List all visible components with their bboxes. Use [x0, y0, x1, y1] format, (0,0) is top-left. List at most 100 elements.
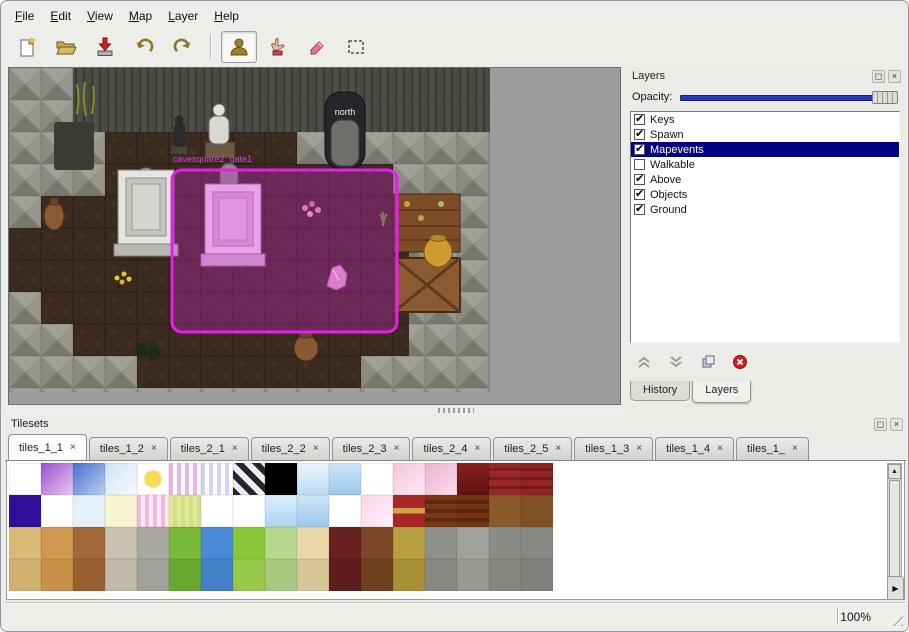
layer-checkbox[interactable]: ✔ [634, 114, 645, 125]
tab-history[interactable]: History [630, 381, 690, 401]
new-file-button[interactable] [9, 31, 45, 63]
menu-map[interactable]: Map [121, 6, 160, 26]
palette-tile[interactable] [489, 463, 521, 495]
palette-tile[interactable] [41, 495, 73, 527]
tab-scroll-right-button[interactable]: ▶ [887, 576, 904, 600]
palette-tile[interactable] [489, 527, 521, 559]
palette-tile[interactable] [297, 463, 329, 495]
palette-tile[interactable] [137, 495, 169, 527]
palette-tile[interactable] [489, 559, 521, 591]
resize-grip[interactable] [888, 611, 903, 626]
palette-tile[interactable] [73, 527, 105, 559]
layer-move-up-button[interactable] [634, 352, 654, 372]
tileset-tab[interactable]: tiles_2_5× [493, 437, 572, 460]
layer-move-down-button[interactable] [666, 352, 686, 372]
palette-tile[interactable] [137, 463, 169, 495]
palette-tile[interactable] [201, 559, 233, 591]
palette-tile[interactable] [201, 527, 233, 559]
tab-close-icon[interactable]: × [636, 444, 642, 454]
palette-tile[interactable] [233, 527, 265, 559]
palette-tile[interactable] [361, 527, 393, 559]
palette-tile[interactable] [9, 527, 41, 559]
palette-tile[interactable] [361, 495, 393, 527]
layer-row-keys[interactable]: ✔ Keys [631, 112, 899, 127]
layer-delete-button[interactable] [730, 352, 750, 372]
tilesets-close-button[interactable]: × [890, 418, 903, 431]
palette-tile[interactable] [457, 495, 489, 527]
tab-close-icon[interactable]: × [394, 444, 400, 454]
layer-checkbox[interactable]: ✔ [634, 189, 645, 200]
menu-layer[interactable]: Layer [160, 6, 206, 26]
map-view[interactable]: north [8, 67, 621, 405]
layer-duplicate-button[interactable] [698, 352, 718, 372]
tileset-tab[interactable]: tiles_2_3× [332, 437, 411, 460]
hand-tool-button[interactable] [260, 31, 296, 63]
tab-close-icon[interactable]: × [792, 444, 798, 454]
palette-tile[interactable] [425, 463, 457, 495]
palette-tile[interactable] [265, 495, 297, 527]
tileset-tab[interactable]: tiles_2_1× [170, 437, 249, 460]
layer-checkbox[interactable]: ✔ [634, 174, 645, 185]
scrollbar-thumb[interactable] [889, 480, 900, 580]
tileset-tab[interactable]: tiles_1_3× [574, 437, 653, 460]
open-button[interactable] [48, 31, 84, 63]
map-canvas[interactable]: north [9, 68, 620, 404]
palette-tile[interactable] [521, 527, 553, 559]
palette-tile[interactable] [73, 559, 105, 591]
palette-tile[interactable] [137, 559, 169, 591]
palette-tile[interactable] [521, 559, 553, 591]
tab-close-icon[interactable]: × [313, 444, 319, 454]
tileset-tab[interactable]: tiles_1_2× [89, 437, 168, 460]
undo-button[interactable] [126, 31, 162, 63]
palette-tile[interactable] [169, 463, 201, 495]
palette-tile[interactable] [169, 527, 201, 559]
tab-close-icon[interactable]: × [70, 443, 76, 453]
palette-tile[interactable] [329, 463, 361, 495]
tileset-tab[interactable]: tiles_1_× [736, 437, 809, 460]
layer-row-mapevents[interactable]: ✔ Mapevents [631, 142, 899, 157]
palette-tile[interactable] [41, 527, 73, 559]
palette-tile[interactable] [425, 495, 457, 527]
palette-tile[interactable] [201, 495, 233, 527]
palette-tile[interactable] [9, 559, 41, 591]
palette-tile[interactable] [521, 463, 553, 495]
layers-float-button[interactable]: ◻ [872, 70, 885, 83]
tileset-tab[interactable]: tiles_1_4× [655, 437, 734, 460]
layer-checkbox[interactable]: ✔ [634, 159, 645, 170]
palette-tile[interactable] [393, 495, 425, 527]
save-button[interactable] [87, 31, 123, 63]
tileset-tab[interactable]: tiles_1_1× [8, 434, 87, 461]
palette-tile[interactable] [393, 527, 425, 559]
palette-tile[interactable] [329, 527, 361, 559]
palette-tile[interactable] [265, 527, 297, 559]
opacity-slider[interactable] [680, 90, 898, 105]
palette-tile[interactable] [137, 527, 169, 559]
horizontal-splitter[interactable] [5, 406, 906, 414]
palette-tile[interactable] [233, 495, 265, 527]
palette-tile[interactable] [265, 463, 297, 495]
palette-tile[interactable] [105, 527, 137, 559]
palette-tile[interactable] [233, 559, 265, 591]
palette-tile[interactable] [169, 495, 201, 527]
palette-tile[interactable] [201, 463, 233, 495]
tab-close-icon[interactable]: × [232, 444, 238, 454]
palette-tile[interactable] [457, 463, 489, 495]
layer-row-above[interactable]: ✔ Above [631, 172, 899, 187]
palette-tile[interactable] [297, 559, 329, 591]
palette-tile[interactable] [105, 463, 137, 495]
palette-tile[interactable] [361, 463, 393, 495]
menu-file[interactable]: File [7, 6, 42, 26]
palette-tile[interactable] [521, 495, 553, 527]
palette-tile[interactable] [233, 463, 265, 495]
tab-layers[interactable]: Layers [692, 381, 751, 403]
selection-rectangle[interactable] [172, 170, 397, 332]
menu-edit[interactable]: Edit [42, 6, 79, 26]
layer-row-spawn[interactable]: ✔ Spawn [631, 127, 899, 142]
palette-tile[interactable] [361, 559, 393, 591]
palette-tile[interactable] [169, 559, 201, 591]
eraser-tool-button[interactable] [299, 31, 335, 63]
tab-close-icon[interactable]: × [555, 444, 561, 454]
palette-tile[interactable] [425, 559, 457, 591]
layer-row-objects[interactable]: ✔ Objects [631, 187, 899, 202]
tileset-tab[interactable]: tiles_2_2× [251, 437, 330, 460]
